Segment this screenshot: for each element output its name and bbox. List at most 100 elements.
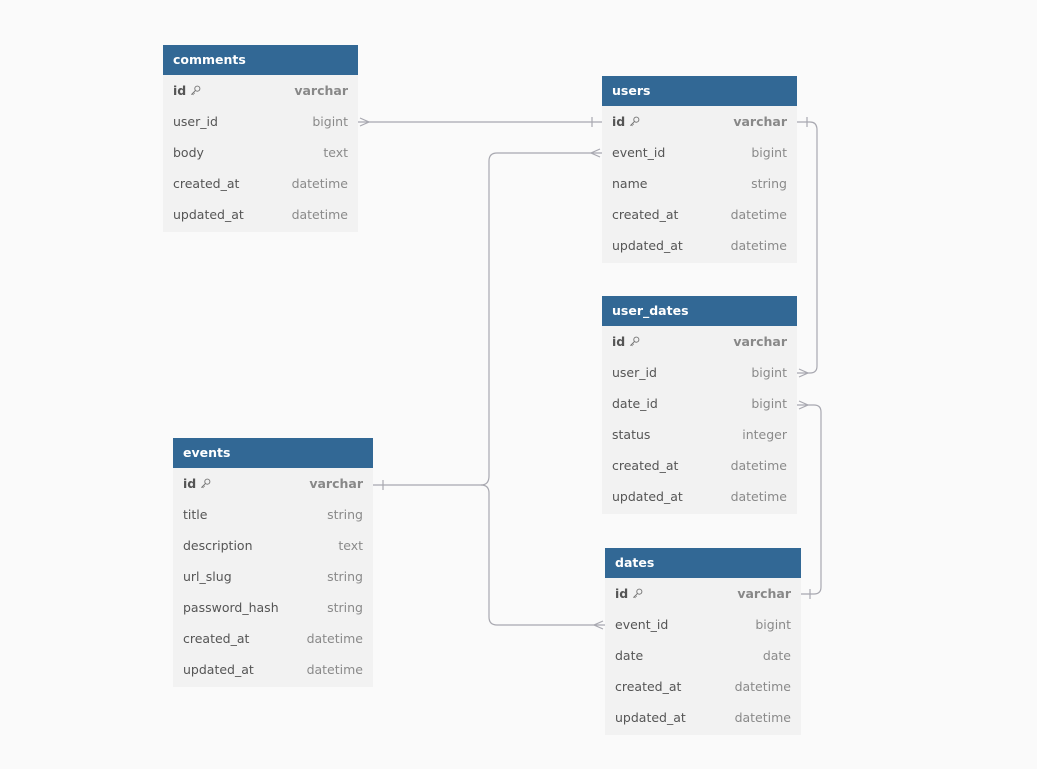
column-name: id [615, 586, 629, 601]
key-icon [191, 85, 201, 96]
column-name: updated_at [183, 662, 254, 677]
column-name: id [612, 334, 626, 349]
column-name: created_at [615, 679, 682, 694]
column-type: datetime [730, 489, 787, 504]
column-type: bigint [751, 396, 787, 411]
column-row[interactable]: user_id bigint [163, 106, 358, 137]
column-name: user_id [173, 114, 218, 129]
column-name: id [173, 83, 187, 98]
column-row[interactable]: password_hash string [173, 592, 373, 623]
column-row[interactable]: created_at datetime [602, 199, 797, 230]
table-events[interactable]: events id varchar title string descripti… [173, 438, 373, 687]
column-type: varchar [733, 334, 787, 349]
column-row[interactable]: user_id bigint [602, 357, 797, 388]
column-row[interactable]: created_at datetime [605, 671, 801, 702]
column-type: datetime [306, 662, 363, 677]
column-row[interactable]: id varchar [602, 326, 797, 357]
table-header[interactable]: events [173, 438, 373, 468]
column-name: updated_at [615, 710, 686, 725]
table-header[interactable]: dates [605, 548, 801, 578]
table-user-dates[interactable]: user_dates id varchar user_id bigint dat… [602, 296, 797, 514]
column-type: bigint [755, 617, 791, 632]
column-type: integer [742, 427, 787, 442]
column-row[interactable]: updated_at datetime [173, 654, 373, 685]
column-row[interactable]: created_at datetime [602, 450, 797, 481]
column-row[interactable]: updated_at datetime [605, 702, 801, 733]
column-name: event_id [615, 617, 669, 632]
column-row[interactable]: updated_at datetime [163, 199, 358, 230]
crowfoot-many-marker [798, 400, 810, 410]
column-type: datetime [291, 207, 348, 222]
table-header[interactable]: user_dates [602, 296, 797, 326]
column-name: status [612, 427, 651, 442]
key-icon [630, 116, 640, 127]
link-user-dates-users[interactable] [797, 117, 818, 378]
column-type: bigint [751, 145, 787, 160]
column-name: date [615, 648, 644, 663]
column-name: created_at [183, 631, 250, 646]
column-type: varchar [309, 476, 363, 491]
column-type: varchar [294, 83, 348, 98]
column-type: string [327, 507, 363, 522]
table-header[interactable]: comments [163, 45, 358, 75]
column-row[interactable]: date date [605, 640, 801, 671]
column-name: updated_at [612, 489, 683, 504]
column-type: datetime [734, 710, 791, 725]
column-type: datetime [734, 679, 791, 694]
column-name: updated_at [612, 238, 683, 253]
column-type: bigint [751, 365, 787, 380]
column-name: body [173, 145, 204, 160]
key-icon [630, 336, 640, 347]
column-row[interactable]: updated_at datetime [602, 230, 797, 261]
column-name: url_slug [183, 569, 232, 584]
relationship-links [358, 117, 822, 630]
column-row[interactable]: updated_at datetime [602, 481, 797, 512]
column-row[interactable]: id varchar [602, 106, 797, 137]
column-name: created_at [612, 207, 679, 222]
column-name: name [612, 176, 648, 191]
er-diagram-canvas: comments id varchar user_id bigint body … [0, 0, 1037, 769]
column-type: datetime [306, 631, 363, 646]
column-row[interactable]: description text [173, 530, 373, 561]
column-type: date [762, 648, 791, 663]
column-row[interactable]: url_slug string [173, 561, 373, 592]
column-row[interactable]: id varchar [163, 75, 358, 106]
column-name: id [183, 476, 197, 491]
key-icon [201, 478, 211, 489]
column-type: datetime [730, 207, 787, 222]
column-type: varchar [737, 586, 791, 601]
column-type: bigint [312, 114, 348, 129]
link-users-events[interactable] [373, 148, 602, 490]
column-type: string [327, 600, 363, 615]
table-comments[interactable]: comments id varchar user_id bigint body … [163, 45, 358, 232]
column-type: string [751, 176, 787, 191]
column-type: datetime [730, 238, 787, 253]
column-row[interactable]: event_id bigint [602, 137, 797, 168]
column-type: varchar [733, 114, 787, 129]
column-row[interactable]: id varchar [605, 578, 801, 609]
column-type: datetime [730, 458, 787, 473]
column-type: datetime [291, 176, 348, 191]
column-row[interactable]: name string [602, 168, 797, 199]
column-name: created_at [173, 176, 240, 191]
column-type: text [323, 145, 348, 160]
column-row[interactable]: event_id bigint [605, 609, 801, 640]
column-row[interactable]: date_id bigint [602, 388, 797, 419]
column-name: title [183, 507, 208, 522]
column-name: id [612, 114, 626, 129]
column-name: date_id [612, 396, 658, 411]
table-dates[interactable]: dates id varchar event_id bigint date da… [605, 548, 801, 735]
crowfoot-many-marker [798, 368, 810, 378]
link-dates-events[interactable] [480, 484, 605, 630]
column-row[interactable]: status integer [602, 419, 797, 450]
column-row[interactable]: created_at datetime [173, 623, 373, 654]
crowfoot-many-marker [589, 148, 601, 158]
column-row[interactable]: created_at datetime [163, 168, 358, 199]
column-row[interactable]: id varchar [173, 468, 373, 499]
table-header[interactable]: users [602, 76, 797, 106]
link-comments-users[interactable] [358, 117, 602, 127]
table-users[interactable]: users id varchar event_id bigint name st… [602, 76, 797, 263]
column-row[interactable]: title string [173, 499, 373, 530]
column-name: event_id [612, 145, 666, 160]
column-row[interactable]: body text [163, 137, 358, 168]
